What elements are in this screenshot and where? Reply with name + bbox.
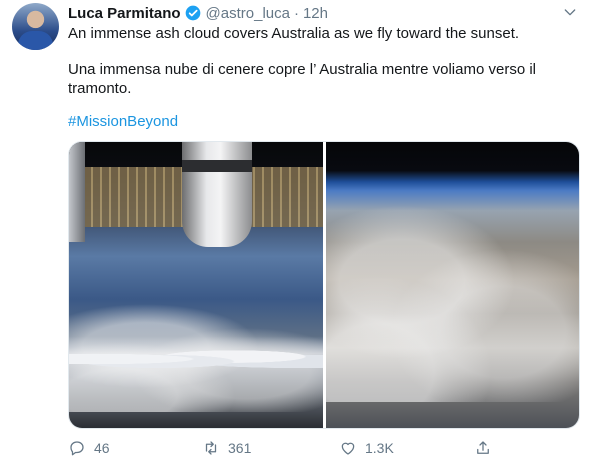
- hashtag-link[interactable]: #MissionBeyond: [68, 113, 178, 130]
- author-name[interactable]: Luca Parmitano: [68, 5, 181, 22]
- tweet-timestamp[interactable]: 12h: [303, 5, 328, 22]
- verified-badge-icon: [185, 5, 200, 21]
- tweet-media[interactable]: [68, 141, 580, 429]
- avatar[interactable]: [12, 3, 59, 50]
- retweet-count: 361: [228, 440, 252, 456]
- module-band: [182, 160, 252, 172]
- separator-dot: ·: [293, 4, 299, 22]
- share-icon: [477, 441, 489, 454]
- tweet-text: An immense ash cloud covers Australia as…: [68, 24, 568, 98]
- reply-icon: [70, 441, 84, 456]
- avatar-suit: [18, 31, 53, 50]
- tweet-text-italian: Una immensa nube di cenere copre l’ Aust…: [68, 61, 536, 97]
- tweet-header: Luca Parmitano @astro_luca · 12h: [68, 3, 328, 23]
- media-image-space-station[interactable]: [69, 142, 323, 428]
- share-button[interactable]: [474, 438, 492, 458]
- like-button[interactable]: 1.3K: [339, 438, 394, 458]
- like-count: 1.3K: [365, 440, 394, 456]
- spacecraft-module: [182, 142, 252, 247]
- cloud-haze: [326, 202, 579, 402]
- tweet-text-english: An immense ash cloud covers Australia as…: [68, 25, 520, 42]
- retweet-icon: [205, 441, 217, 455]
- reply-count: 46: [94, 440, 110, 456]
- retweet-button[interactable]: 361: [202, 438, 251, 458]
- reply-button[interactable]: 46: [68, 438, 110, 458]
- chevron-down-icon[interactable]: [562, 4, 578, 20]
- author-handle[interactable]: @astro_luca: [206, 5, 290, 22]
- media-image-australia-clouds[interactable]: [326, 142, 579, 428]
- cloud-line: [69, 347, 323, 371]
- station-strut: [69, 142, 85, 242]
- tweet-actions: 46 361 1.3K: [68, 438, 568, 458]
- heart-icon: [341, 442, 355, 455]
